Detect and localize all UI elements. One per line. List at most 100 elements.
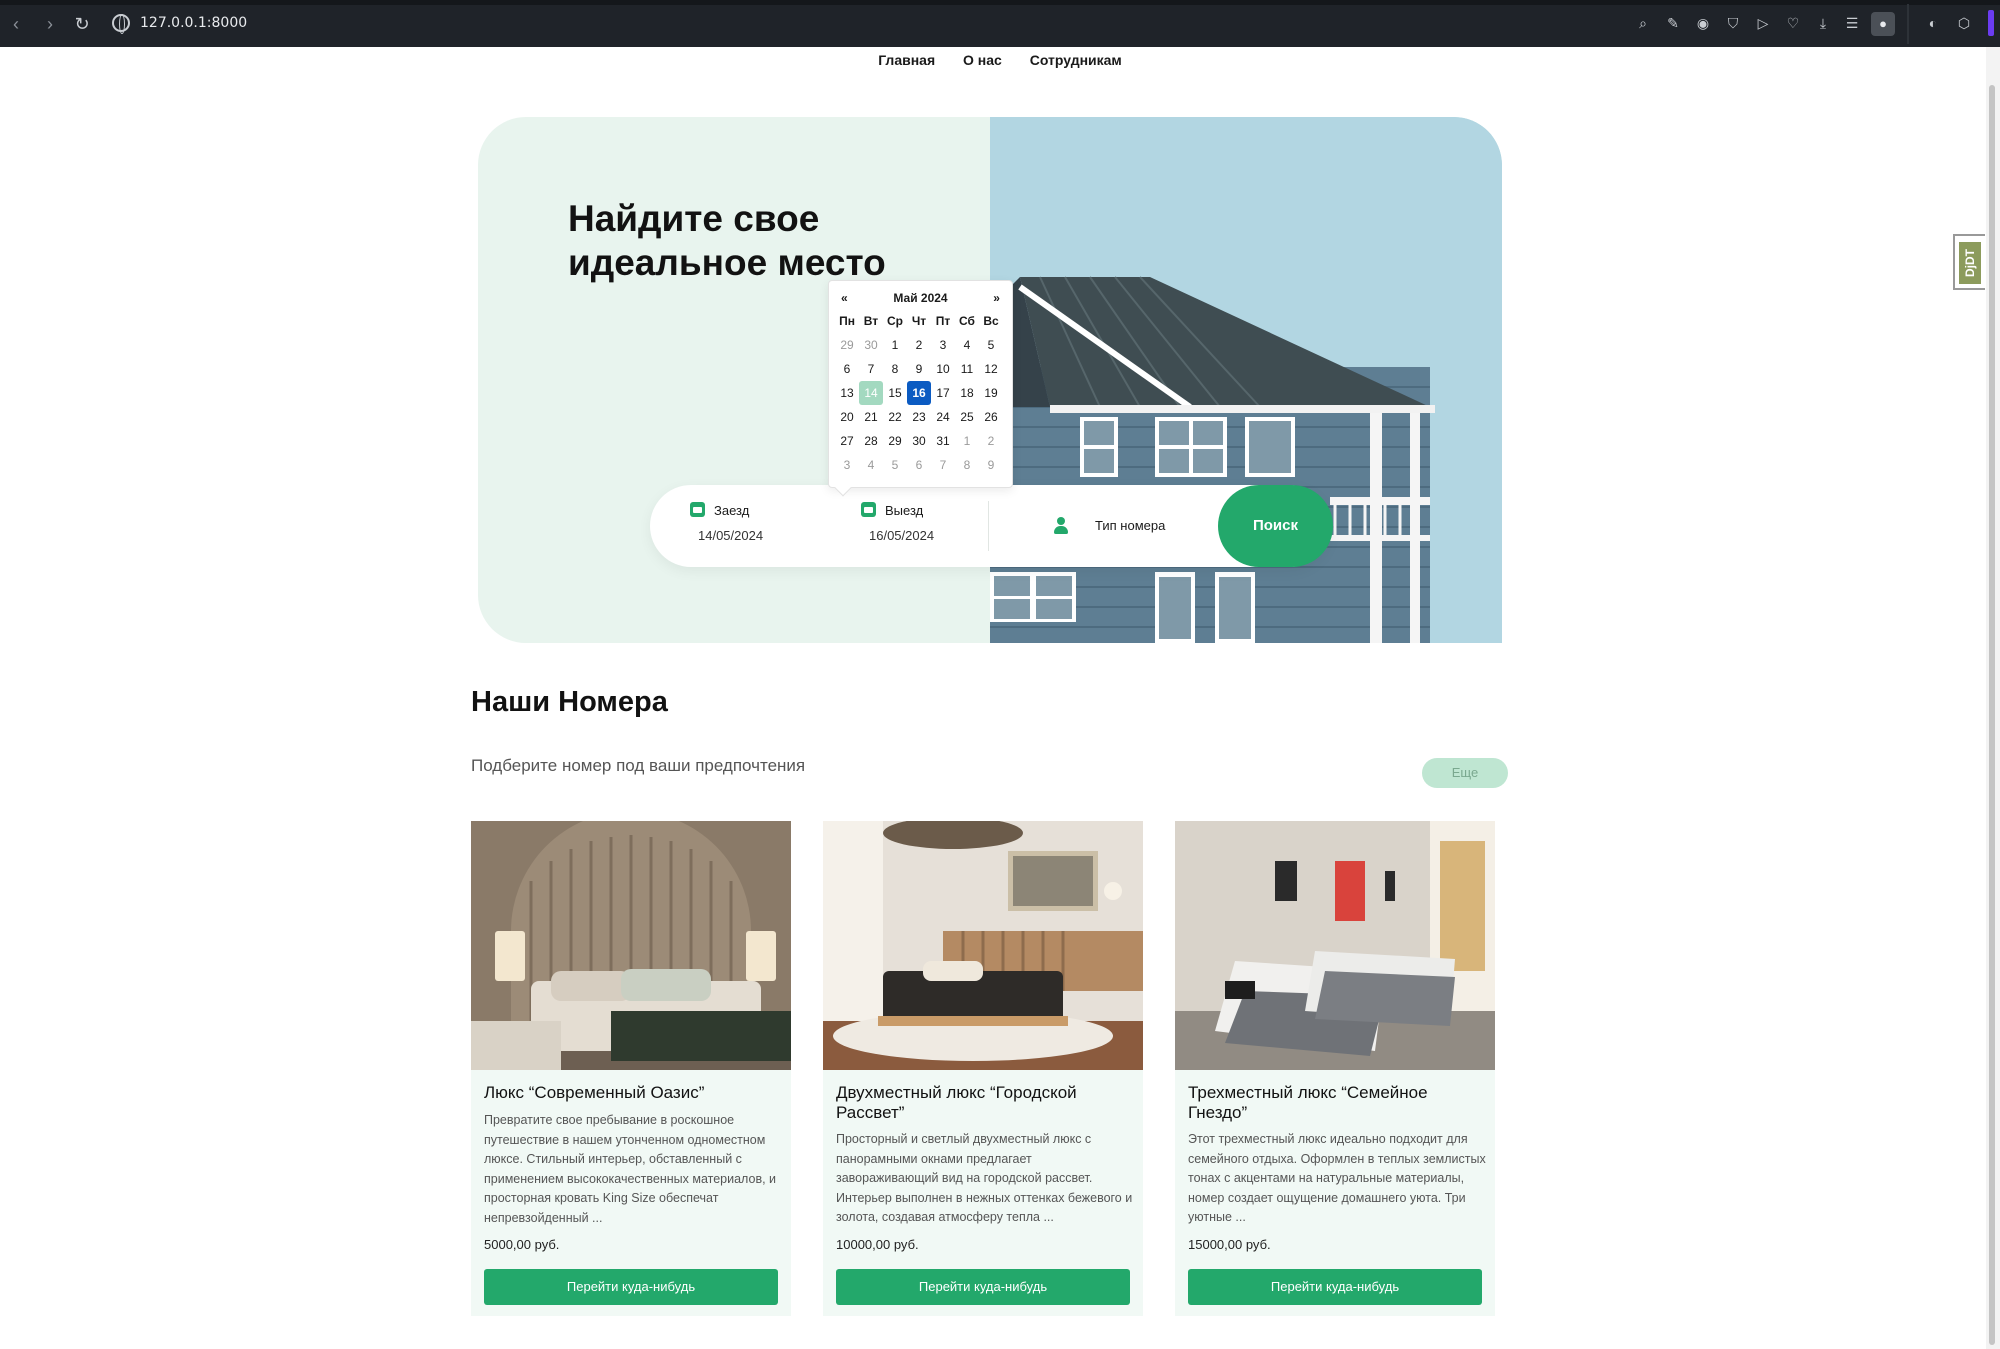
calendar-day[interactable]: 18 — [955, 381, 979, 405]
calendar-day[interactable]: 2 — [979, 429, 1003, 453]
zoom-icon[interactable]: ⌕ — [1634, 14, 1652, 32]
reload-icon[interactable]: ↻ — [70, 12, 94, 36]
room-description: Превратите свое пребывание в роскошное п… — [484, 1113, 777, 1225]
calendar-day[interactable]: 31 — [931, 429, 955, 453]
calendar-day[interactable]: 9 — [907, 357, 931, 381]
room-price: 10000,00 руб. — [836, 1237, 919, 1252]
calendar-day[interactable]: 30 — [907, 429, 931, 453]
checkin-input[interactable]: 14/05/2024 — [690, 528, 763, 543]
booking-search-bar: Заезд 14/05/2024 Выезд 16/05/2024 Тип но… — [650, 485, 1333, 567]
calendar-day[interactable]: 4 — [859, 453, 883, 477]
checkout-label-wrap: Выезд — [861, 502, 934, 518]
calendar-day[interactable]: 4 — [955, 333, 979, 357]
edit-icon[interactable]: ✎ — [1664, 14, 1682, 32]
calendar-day[interactable]: 30 — [859, 333, 883, 357]
calendar-day[interactable]: 19 — [979, 381, 1003, 405]
download-icon[interactable]: ⤓ — [1814, 14, 1832, 32]
checkin-field[interactable]: Заезд 14/05/2024 — [690, 502, 763, 543]
room-description: Просторный и светлый двухместный люкс с … — [836, 1132, 1133, 1224]
calendar-day[interactable]: 22 — [883, 405, 907, 429]
calendar-day[interactable]: 7 — [859, 357, 883, 381]
room-card: Люкс “Современный Оазис” Превратите свое… — [471, 821, 791, 1316]
url-text[interactable]: 127.0.0.1:8000 — [140, 15, 247, 31]
more-rooms-button[interactable]: Еще — [1422, 758, 1508, 788]
debug-toolbar-label[interactable]: DjDT — [1959, 242, 1981, 284]
room-image[interactable] — [823, 821, 1143, 1070]
calendar-day[interactable]: 2 — [907, 333, 931, 357]
checkout-field[interactable]: Выезд 16/05/2024 — [861, 502, 934, 543]
calendar-day[interactable]: 28 — [859, 429, 883, 453]
forward-icon[interactable]: › — [38, 12, 62, 36]
calendar-day[interactable]: 29 — [835, 333, 859, 357]
calendar-day[interactable]: 14 — [859, 381, 883, 405]
extension-icon[interactable]: ◐ — [1924, 14, 1942, 32]
room-price: 5000,00 руб. — [484, 1237, 560, 1252]
calendar-day[interactable]: 3 — [835, 453, 859, 477]
nav-staff-link[interactable]: Сотрудникам — [1030, 52, 1122, 68]
cube-icon[interactable]: ⬡ — [1955, 14, 1973, 32]
weekday-header: Вс — [983, 314, 999, 328]
calendar-day[interactable]: 9 — [979, 453, 1003, 477]
room-link-button[interactable]: Перейти куда-нибудь — [836, 1269, 1130, 1305]
datepicker-grid: Пн Вт Ср Чт Пт Сб Вс 29 30 1 2 3 4 5 6 7 8 9 10 11 12 13 14 15 1… — [835, 309, 1006, 477]
debug-toolbar-handle[interactable]: DjDT — [1953, 234, 1985, 290]
calendar-day[interactable]: 6 — [907, 453, 931, 477]
calendar-day[interactable]: 8 — [955, 453, 979, 477]
calendar-day[interactable]: 3 — [931, 333, 955, 357]
camera-icon[interactable]: ◉ — [1694, 14, 1712, 32]
calendar-day[interactable]: 15 — [883, 381, 907, 405]
checkout-input[interactable]: 16/05/2024 — [861, 528, 934, 543]
room-card: Двухместный люкс “Городской Рассвет” Про… — [823, 821, 1143, 1316]
shield-icon[interactable]: ⛉ — [1724, 14, 1742, 32]
calendar-day[interactable]: 11 — [955, 357, 979, 381]
search-button[interactable]: Поиск — [1218, 485, 1333, 567]
room-image[interactable] — [471, 821, 791, 1070]
menu-icon[interactable]: ☰ — [1843, 14, 1861, 32]
calendar-day[interactable]: 5 — [979, 333, 1003, 357]
room-card: Трехместный люкс “Семейное Гнездо” Этот … — [1175, 821, 1495, 1316]
calendar-day[interactable]: 13 — [835, 381, 859, 405]
calendar-day[interactable]: 25 — [955, 405, 979, 429]
calendar-day[interactable]: 7 — [931, 453, 955, 477]
checkin-label-wrap: Заезд — [690, 502, 763, 518]
room-link-button[interactable]: Перейти куда-нибудь — [1188, 1269, 1482, 1305]
calendar-day[interactable]: 1 — [883, 333, 907, 357]
calendar-day[interactable]: 12 — [979, 357, 1003, 381]
heart-icon[interactable]: ♡ — [1784, 14, 1802, 32]
calendar-day[interactable]: 24 — [931, 405, 955, 429]
calendar-day[interactable]: 16 — [907, 381, 931, 405]
calendar-day[interactable]: 27 — [835, 429, 859, 453]
calendar-day[interactable]: 5 — [883, 453, 907, 477]
scrollbar-thumb[interactable] — [1989, 85, 1995, 1345]
calendar-day[interactable]: 20 — [835, 405, 859, 429]
page-scrollbar[interactable] — [1986, 47, 2000, 1349]
datepicker-next-button[interactable]: » — [993, 287, 1000, 309]
room-image[interactable] — [1175, 821, 1495, 1070]
room-type-select[interactable]: Тип номера — [1095, 518, 1165, 533]
calendar-day[interactable]: 17 — [931, 381, 955, 405]
calendar-day[interactable]: 23 — [907, 405, 931, 429]
weekday-header: Вт — [863, 314, 879, 328]
room-link-button[interactable]: Перейти куда-нибудь — [484, 1269, 778, 1305]
calendar-day[interactable]: 8 — [883, 357, 907, 381]
datepicker-prev-button[interactable]: « — [841, 287, 848, 309]
datepicker-month-label[interactable]: Май 2024 — [893, 287, 947, 309]
room-title: Люкс “Современный Оазис” — [484, 1083, 705, 1102]
back-icon[interactable]: ‹ — [4, 12, 28, 36]
calendar-day[interactable]: 6 — [835, 357, 859, 381]
nav-home-link[interactable]: Главная — [878, 52, 935, 68]
calendar-day[interactable]: 21 — [859, 405, 883, 429]
calendar-icon — [690, 502, 705, 517]
calendar-day[interactable]: 26 — [979, 405, 1003, 429]
calendar-day[interactable]: 10 — [931, 357, 955, 381]
checkin-label: Заезд — [714, 503, 750, 518]
rooms-section-title: Наши Номера — [471, 686, 668, 718]
toolbar-divider — [1907, 4, 1909, 44]
weekday-header: Чт — [911, 314, 927, 328]
calendar-day[interactable]: 29 — [883, 429, 907, 453]
play-icon[interactable]: ▷ — [1754, 14, 1772, 32]
room-title: Двухместный люкс “Городской Рассвет” — [836, 1083, 1077, 1122]
nav-about-link[interactable]: О нас — [963, 52, 1002, 68]
profile-icon[interactable]: ● — [1871, 12, 1895, 36]
calendar-day[interactable]: 1 — [955, 429, 979, 453]
